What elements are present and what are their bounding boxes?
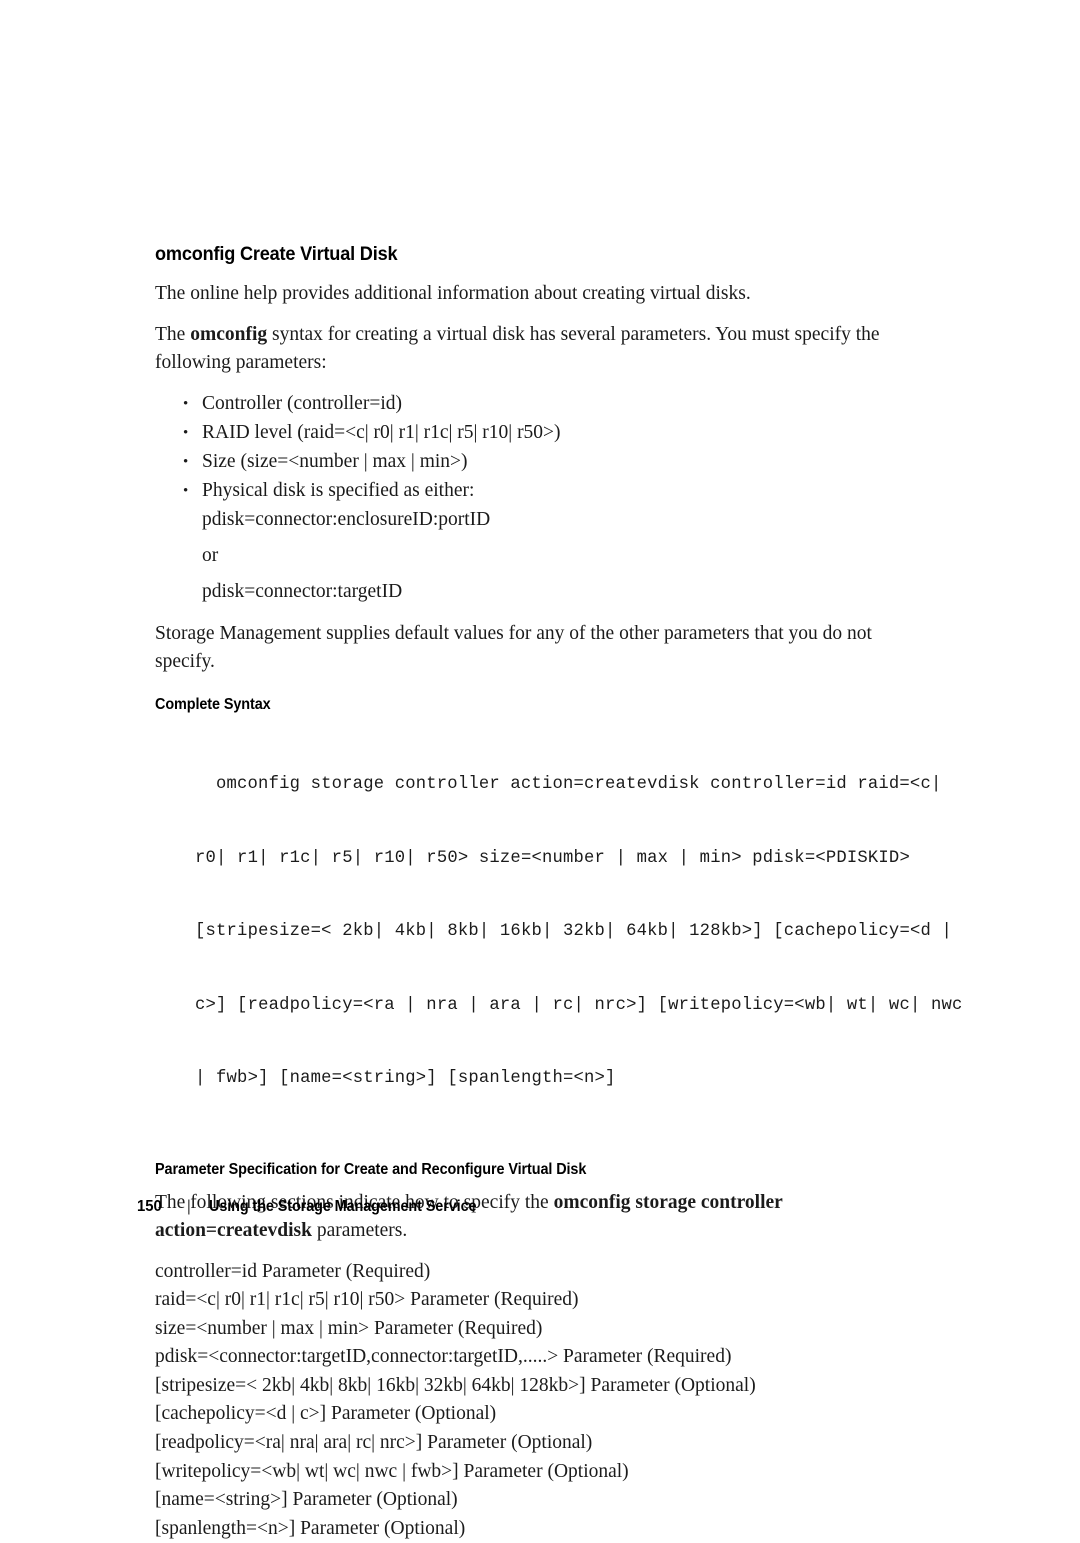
parameter-line: [stripesize=< 2kb| 4kb| 8kb| 16kb| 32kb|…: [155, 1372, 915, 1401]
footer-title: Using the Storage Management Service: [209, 1198, 476, 1216]
list-item: • Physical disk is specified as either:: [155, 477, 915, 505]
syntax-paragraph: The omconfig syntax for creating a virtu…: [155, 321, 915, 377]
intro-paragraph: The online help provides additional info…: [155, 280, 915, 308]
footer-separator: |: [187, 1198, 191, 1216]
parameter-line: raid=<c| r0| r1| r1c| r5| r10| r50> Para…: [155, 1286, 915, 1315]
code-line: r0| r1| r1c| r5| r10| r50> size=<number …: [195, 847, 915, 872]
parameter-line: [name=<string>] Parameter (Optional): [155, 1486, 915, 1515]
parameter-line: [cachepolicy=<d | c>] Parameter (Optiona…: [155, 1400, 915, 1429]
list-item-label: Physical disk is specified as either:: [202, 480, 474, 501]
footer-page-number: 150: [137, 1198, 162, 1216]
list-item-label: RAID level (raid=<c| r0| r1| r1c| r5| r1…: [202, 422, 561, 443]
pdisk-target-form: pdisk=connector:targetID: [202, 578, 915, 606]
syntax-paragraph-bold: omconfig: [190, 324, 267, 345]
list-item: • RAID level (raid=<c| r0| r1| r1c| r5| r…: [155, 419, 915, 447]
code-line: omconfig storage controller action=creat…: [195, 773, 915, 798]
required-parameters-list: • Controller (controller=id) • RAID level …: [155, 390, 915, 505]
parameter-specification-paragraph: The following sections indicate how to s…: [155, 1189, 915, 1245]
list-item-label: Size (size=<number | max | min>): [202, 451, 468, 472]
page-content: omconfig Create Virtual Disk The online …: [155, 243, 915, 1543]
code-line: c>] [readpolicy=<ra | nra | ara | rc| nr…: [195, 994, 915, 1019]
bullet-icon: •: [183, 419, 188, 447]
code-line: | fwb>] [name=<string>] [spanlength=<n>]: [195, 1067, 915, 1092]
list-item: • Controller (controller=id): [155, 390, 915, 418]
parameter-definition-list: controller=id Parameter (Required) raid=…: [155, 1258, 915, 1543]
page-title: omconfig Create Virtual Disk: [155, 243, 862, 266]
parameter-line: pdisk=<connector:targetID,connector:targ…: [155, 1343, 915, 1372]
page-footer: 150 | Using the Storage Management Servi…: [137, 1198, 496, 1216]
bullet-icon: •: [183, 390, 188, 418]
bullet-icon: •: [183, 477, 188, 505]
parameter-line: [writepolicy=<wb| wt| wc| nwc | fwb>] Pa…: [155, 1458, 915, 1487]
list-item-label: Controller (controller=id): [202, 393, 402, 414]
code-line: [stripesize=< 2kb| 4kb| 8kb| 16kb| 32kb|…: [195, 920, 915, 945]
syntax-paragraph-before: The: [155, 324, 190, 345]
pdisk-or-separator: or: [202, 542, 915, 570]
document-page: omconfig Create Virtual Disk The online …: [0, 0, 1080, 1397]
list-item: • Size (size=<number | max | min>): [155, 448, 915, 476]
complete-syntax-code-block: omconfig storage controller action=creat…: [195, 724, 915, 1141]
parameter-line: controller=id Parameter (Required): [155, 1258, 915, 1287]
pdisk-enclosure-form: pdisk=connector:enclosureID:portID: [202, 506, 915, 534]
parameter-line: [spanlength=<n>] Parameter (Optional): [155, 1515, 915, 1543]
parameter-specification-heading: Parameter Specification for Create and R…: [155, 1161, 862, 1179]
param-spec-after: parameters.: [312, 1220, 407, 1241]
bullet-icon: •: [183, 448, 188, 476]
parameter-line: [readpolicy=<ra| nra| ara| rc| nrc>] Par…: [155, 1429, 915, 1458]
defaults-paragraph: Storage Management supplies default valu…: [155, 620, 915, 676]
parameter-line: size=<number | max | min> Parameter (Req…: [155, 1315, 915, 1344]
complete-syntax-heading: Complete Syntax: [155, 696, 862, 714]
